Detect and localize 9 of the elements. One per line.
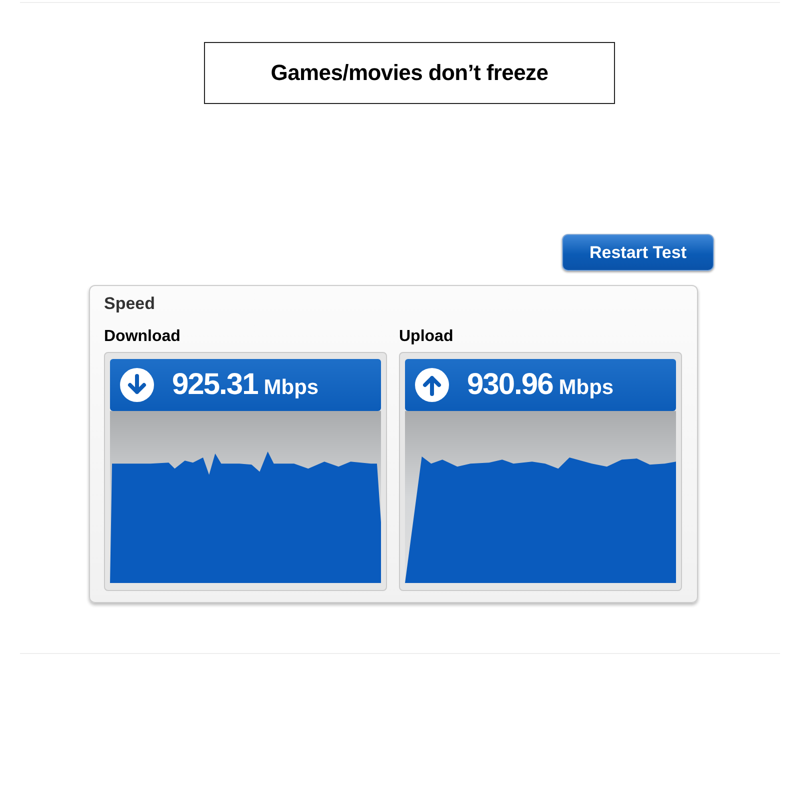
speed-value: 930.96 bbox=[467, 368, 553, 401]
test-label: Upload bbox=[399, 328, 454, 346]
speed-unit: Mbps bbox=[264, 376, 319, 399]
banner-title: Games/movies don’t freeze bbox=[204, 42, 615, 104]
speed-unit: Mbps bbox=[558, 376, 614, 399]
test-label: Download bbox=[104, 328, 182, 346]
restart-test-button[interactable]: Restart Test bbox=[562, 234, 714, 271]
speed-value: 925.31 bbox=[172, 368, 258, 401]
panel-title: Speed bbox=[104, 294, 156, 314]
